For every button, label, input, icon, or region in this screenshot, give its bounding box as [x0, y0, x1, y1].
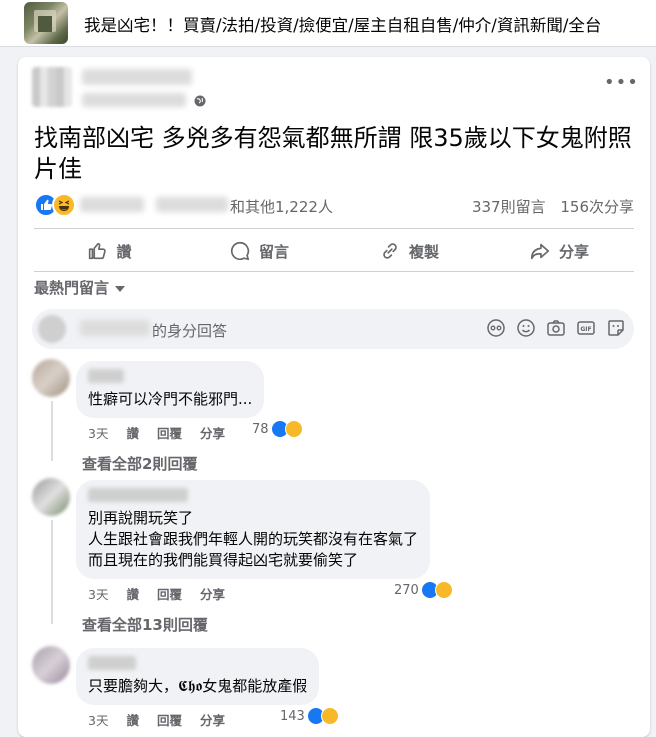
globe-icon — [194, 95, 206, 107]
group-header: 我是凶宅！！買賣/法拍/投資/撿便宜/屋主自租自售/仲介/資訊新聞/全台 — [0, 0, 656, 47]
post-stats: 337則留言 156次分享 — [462, 196, 634, 217]
compose-placeholder: 的身分回答 — [152, 322, 228, 340]
reaction-number: 270 — [394, 582, 419, 598]
divider — [34, 228, 634, 229]
comment-reply-button[interactable]: 回覆 — [157, 426, 182, 441]
poster-avatar[interactable] — [32, 67, 72, 107]
share-button[interactable]: 分享 — [484, 231, 634, 271]
thread-line — [51, 401, 53, 461]
commenter-name[interactable] — [88, 369, 124, 383]
haha-reaction-icon — [284, 420, 303, 438]
svg-text:GIF: GIF — [580, 326, 591, 333]
comment-share-button[interactable]: 分享 — [200, 426, 225, 441]
comment-reply-button[interactable]: 回覆 — [157, 713, 182, 728]
thumbs-up-icon — [89, 242, 107, 260]
share-count[interactable]: 156次分享 — [560, 198, 634, 216]
comment-time[interactable]: 3天 — [88, 713, 108, 728]
reactor-name — [156, 197, 228, 212]
commenter-avatar[interactable] — [32, 646, 70, 684]
user-avatar — [38, 315, 66, 343]
commenter-avatar[interactable] — [32, 359, 70, 397]
compose-tools: GIF — [486, 318, 626, 338]
share-label: 分享 — [558, 242, 589, 261]
comment-meta: 3天 讚 回覆 分享 — [88, 584, 243, 603]
divider — [34, 271, 634, 272]
commenter-name[interactable] — [88, 488, 188, 502]
comment-reply-button[interactable]: 回覆 — [157, 587, 182, 602]
post-actions-bar: 讚 留言 複製 分享 — [34, 231, 634, 271]
link-icon — [383, 243, 397, 259]
share-arrow-icon — [530, 243, 550, 260]
post-card: ••• 找南部凶宅 多兇多有怨氣都無所謂 限35歲以下女鬼附照片佳 和其他1,2… — [18, 57, 650, 737]
commenter-name[interactable] — [88, 656, 136, 670]
comment-meta: 3天 讚 回覆 分享 — [88, 423, 243, 442]
reactor-name — [80, 197, 144, 212]
emoji-icon[interactable] — [516, 318, 536, 338]
comment-text: 性癖可以冷門不能邪門... — [88, 390, 253, 408]
copy-label: 複製 — [408, 242, 439, 261]
comment-sort-dropdown[interactable]: 最熱門留言 — [34, 277, 126, 298]
comment-button[interactable]: 留言 — [184, 231, 334, 271]
comment-time[interactable]: 3天 — [88, 426, 108, 441]
poster-name[interactable] — [82, 69, 192, 85]
comment-like-button[interactable]: 讚 — [126, 587, 139, 602]
thread-line — [51, 520, 53, 624]
comment-compose-box[interactable]: 的身分回答 GIF — [32, 309, 634, 349]
haha-reaction-icon — [52, 193, 76, 217]
sort-label: 最熱門留言 — [34, 279, 110, 297]
comment: 性癖可以冷門不能邪門... 3天 讚 回覆 分享 78 查看全部2則回覆 — [32, 359, 632, 473]
commenter-avatar[interactable] — [32, 478, 70, 516]
caret-down-icon — [115, 285, 126, 292]
haha-reaction-icon — [434, 581, 453, 599]
comment-text-line: 而且現在的我們能買得起凶宅就要偷笑了 — [88, 551, 359, 569]
comment-text-line: 人生跟社會跟我們年輕人開的玩笑都沒有在客氣了 — [88, 530, 419, 548]
comment-bubble: 只要膽夠大，𝕮𝖍𝖔女鬼都能放產假 — [76, 648, 320, 705]
reaction-number: 143 — [280, 708, 305, 724]
group-name[interactable]: 我是凶宅！！買賣/法拍/投資/撿便宜/屋主自租自售/仲介/資訊新聞/全台 — [84, 12, 601, 36]
reaction-others-text[interactable]: 和其他1,222人 — [230, 196, 333, 217]
identity-name — [80, 320, 150, 336]
comment-label: 留言 — [258, 242, 289, 261]
comment-meta: 3天 讚 回覆 分享 — [88, 710, 243, 729]
comment-like-button[interactable]: 讚 — [126, 713, 139, 728]
gif-icon[interactable]: GIF — [576, 318, 596, 338]
view-replies-link[interactable]: 查看全部13則回覆 — [82, 614, 208, 635]
group-cover-thumbnail[interactable] — [24, 2, 68, 44]
comment-time[interactable]: 3天 — [88, 587, 108, 602]
comment-text: 只要膽夠大，𝕮𝖍𝖔女鬼都能放產假 — [88, 677, 308, 695]
comment: 別再說開玩笑了 人生跟社會跟我們年輕人開的玩笑都沒有在客氣了 而且現在的我們能買… — [32, 478, 632, 638]
comment: 只要膽夠大，𝕮𝖍𝖔女鬼都能放產假 3天 讚 回覆 分享 143 — [32, 646, 632, 729]
like-label: 讚 — [116, 242, 132, 261]
like-button[interactable]: 讚 — [34, 231, 184, 271]
reaction-number: 78 — [252, 421, 269, 437]
comment-reaction-count[interactable]: 78 — [252, 420, 303, 438]
camera-icon[interactable] — [546, 318, 566, 338]
sticker-icon[interactable] — [606, 318, 626, 338]
post-title: 找南部凶宅 多兇多有怨氣都無所謂 限35歲以下女鬼附照片佳 — [34, 124, 632, 183]
more-options-icon[interactable]: ••• — [604, 74, 639, 92]
comment-bubble-icon — [230, 241, 250, 261]
comment-reaction-count[interactable]: 270 — [394, 581, 453, 599]
copy-button[interactable]: 複製 — [334, 231, 484, 271]
view-replies-link[interactable]: 查看全部2則回覆 — [82, 453, 197, 474]
comment-reaction-count[interactable]: 143 — [280, 707, 339, 725]
comment-text-line: 別再說開玩笑了 — [88, 509, 194, 527]
comment-like-button[interactable]: 讚 — [126, 426, 139, 441]
comment-bubble: 別再說開玩笑了 人生跟社會跟我們年輕人開的玩笑都沒有在客氣了 而且現在的我們能買… — [76, 480, 431, 579]
comment-count[interactable]: 337則留言 — [472, 198, 546, 216]
haha-reaction-icon — [320, 707, 339, 725]
comment-share-button[interactable]: 分享 — [200, 587, 225, 602]
post-timestamp[interactable] — [82, 93, 186, 107]
comment-bubble: 性癖可以冷門不能邪門... — [76, 361, 265, 418]
avatar-sticker-icon[interactable] — [486, 318, 506, 338]
reaction-summary[interactable]: 和其他1,222人 337則留言 156次分享 — [34, 193, 634, 217]
comment-share-button[interactable]: 分享 — [200, 713, 225, 728]
